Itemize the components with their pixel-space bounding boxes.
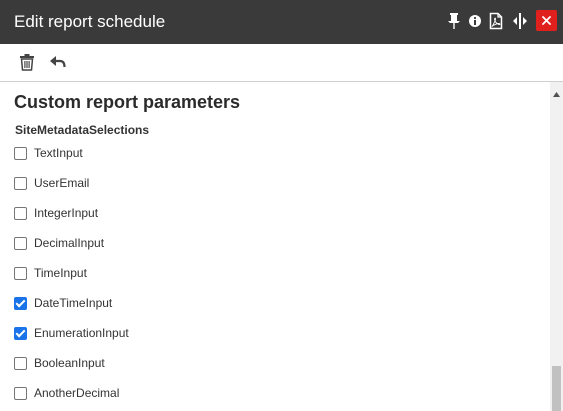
undo-icon: [50, 56, 66, 68]
resize-icon[interactable]: [512, 12, 528, 32]
checkbox-label: EnumerationInput: [34, 326, 129, 340]
scroll-up-arrow-icon[interactable]: [552, 86, 561, 97]
checkbox[interactable]: [14, 386, 27, 400]
pin-icon[interactable]: [447, 12, 463, 32]
checkbox-checked[interactable]: [14, 296, 27, 310]
dialog-content: Custom report parameters SiteMetadataSel…: [0, 82, 550, 411]
checkbox[interactable]: [14, 266, 27, 280]
checkbox-label: BooleanInput: [34, 356, 105, 370]
checkbox-label: TextInput: [34, 146, 83, 160]
checkbox-option[interactable]: DecimalInput: [14, 234, 104, 252]
checkbox[interactable]: [14, 356, 27, 370]
checkbox-label: IntegerInput: [34, 206, 99, 220]
scrollbar-thumb[interactable]: [552, 366, 561, 411]
checkbox[interactable]: [14, 146, 27, 160]
checkbox-option[interactable]: DateTimeInput: [14, 294, 112, 312]
dialog-toolbar: [0, 44, 563, 82]
checkbox[interactable]: [14, 236, 27, 250]
checkbox-checked[interactable]: [14, 326, 27, 340]
group-label: SiteMetadataSelections: [15, 123, 150, 137]
pdf-icon[interactable]: [489, 12, 505, 32]
checkbox-option[interactable]: AnotherDecimal: [14, 384, 119, 402]
checkbox-label: AnotherDecimal: [34, 386, 120, 400]
checkbox[interactable]: [14, 176, 27, 190]
dialog-title: Edit report schedule: [14, 12, 166, 31]
checkbox-option[interactable]: EnumerationInput: [14, 324, 129, 342]
dialog-titlebar: Edit report schedule: [0, 0, 563, 44]
checkbox-option[interactable]: UserEmail: [14, 174, 89, 192]
checkbox-option[interactable]: BooleanInput: [14, 354, 105, 372]
checkbox-label: TimeInput: [34, 266, 87, 280]
checkbox-label: DateTimeInput: [34, 296, 113, 310]
checkbox-label: UserEmail: [34, 176, 90, 190]
checkbox[interactable]: [14, 206, 27, 220]
trash-icon: [20, 54, 34, 71]
checkbox-option[interactable]: TimeInput: [14, 264, 87, 282]
close-icon: [542, 16, 551, 25]
section-title: Custom report parameters: [14, 92, 241, 112]
vertical-scrollbar[interactable]: [550, 82, 563, 411]
checkbox-option[interactable]: TextInput: [14, 144, 83, 162]
checkbox-option[interactable]: IntegerInput: [14, 204, 98, 222]
delete-button[interactable]: [18, 53, 38, 73]
checkbox-label: DecimalInput: [34, 236, 105, 250]
info-icon[interactable]: [468, 12, 484, 32]
undo-button[interactable]: [49, 53, 69, 73]
close-button[interactable]: [536, 10, 557, 31]
